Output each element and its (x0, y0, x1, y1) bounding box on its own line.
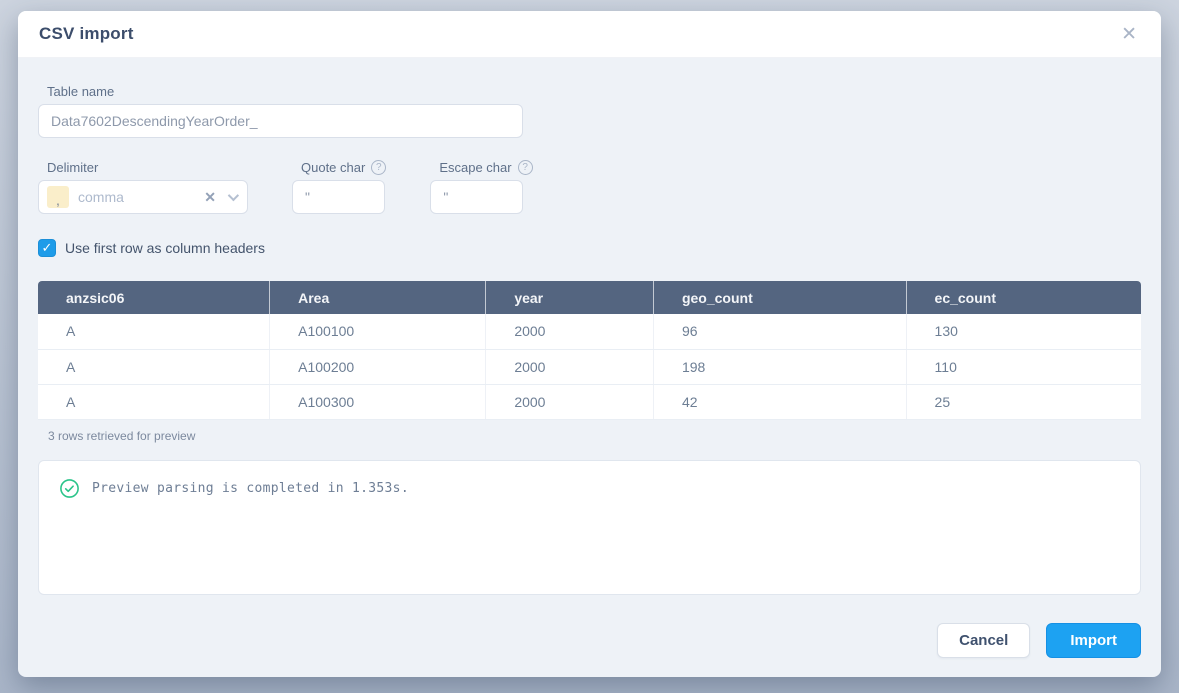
table-cell: 198 (653, 349, 906, 384)
table-name-label: Table name (47, 84, 1141, 99)
table-cell: A (38, 314, 270, 349)
delimiter-field: Delimiter , comma ✕ (38, 160, 248, 214)
table-cell: A100200 (270, 349, 486, 384)
parse-options-row: Delimiter , comma ✕ Quote char ? (38, 160, 1141, 214)
table-cell: A (38, 384, 270, 419)
dialog-title: CSV import (39, 24, 134, 44)
table-name-field: Table name (38, 84, 1141, 138)
checkmark-icon: ✓ (42, 240, 53, 256)
help-icon[interactable]: ? (371, 160, 386, 175)
success-icon (59, 478, 80, 504)
chevron-down-icon[interactable] (228, 190, 239, 201)
table-cell: 2000 (486, 384, 654, 419)
delimiter-value: comma (78, 189, 204, 205)
preview-table: anzsic06Areayeargeo_countec_count AA1001… (38, 281, 1141, 420)
delimiter-label: Delimiter (47, 160, 248, 175)
quote-char-field: Quote char ? (292, 160, 386, 214)
first-row-headers-row: ✓ Use first row as column headers (38, 239, 1141, 257)
table-cell: 2000 (486, 349, 654, 384)
csv-import-dialog: CSV import ✕ Table name Delimiter , comm… (18, 11, 1161, 677)
delimiter-char-chip: , (47, 186, 69, 208)
quote-char-input[interactable] (292, 180, 385, 214)
table-cell: A100300 (270, 384, 486, 419)
table-cell: 25 (906, 384, 1141, 419)
first-row-headers-checkbox[interactable]: ✓ (38, 239, 56, 257)
dialog-body: Table name Delimiter , comma ✕ Quote cha… (18, 58, 1161, 677)
column-header: year (486, 281, 654, 314)
escape-char-label: Escape char (439, 160, 511, 175)
column-header: anzsic06 (38, 281, 270, 314)
dialog-header: CSV import ✕ (18, 11, 1161, 58)
table-cell: A100100 (270, 314, 486, 349)
import-button[interactable]: Import (1046, 623, 1141, 658)
preview-table-body: AA100100200096130AA1002002000198110AA100… (38, 314, 1141, 419)
cancel-button[interactable]: Cancel (937, 623, 1030, 658)
escape-char-input[interactable] (430, 180, 523, 214)
log-message: Preview parsing is completed in 1.353s. (92, 478, 409, 496)
column-header: geo_count (653, 281, 906, 314)
table-name-input[interactable] (38, 104, 523, 138)
log-panel: Preview parsing is completed in 1.353s. (38, 460, 1141, 595)
escape-char-field: Escape char ? (430, 160, 532, 214)
help-icon[interactable]: ? (518, 160, 533, 175)
table-cell: 42 (653, 384, 906, 419)
close-icon[interactable]: ✕ (1121, 25, 1137, 44)
table-row: AA10030020004225 (38, 384, 1141, 419)
table-cell: A (38, 349, 270, 384)
preview-row-count: 3 rows retrieved for preview (48, 429, 1141, 443)
table-cell: 2000 (486, 314, 654, 349)
table-cell: 130 (906, 314, 1141, 349)
first-row-headers-label: Use first row as column headers (65, 240, 265, 256)
column-header: ec_count (906, 281, 1141, 314)
preview-table-header-row: anzsic06Areayeargeo_countec_count (38, 281, 1141, 314)
table-row: AA1002002000198110 (38, 349, 1141, 384)
table-cell: 110 (906, 349, 1141, 384)
delimiter-select[interactable]: , comma ✕ (38, 180, 248, 214)
clear-icon[interactable]: ✕ (204, 189, 216, 206)
table-cell: 96 (653, 314, 906, 349)
table-row: AA100100200096130 (38, 314, 1141, 349)
quote-char-label: Quote char (301, 160, 365, 175)
column-header: Area (270, 281, 486, 314)
dialog-footer: Cancel Import (38, 623, 1141, 658)
